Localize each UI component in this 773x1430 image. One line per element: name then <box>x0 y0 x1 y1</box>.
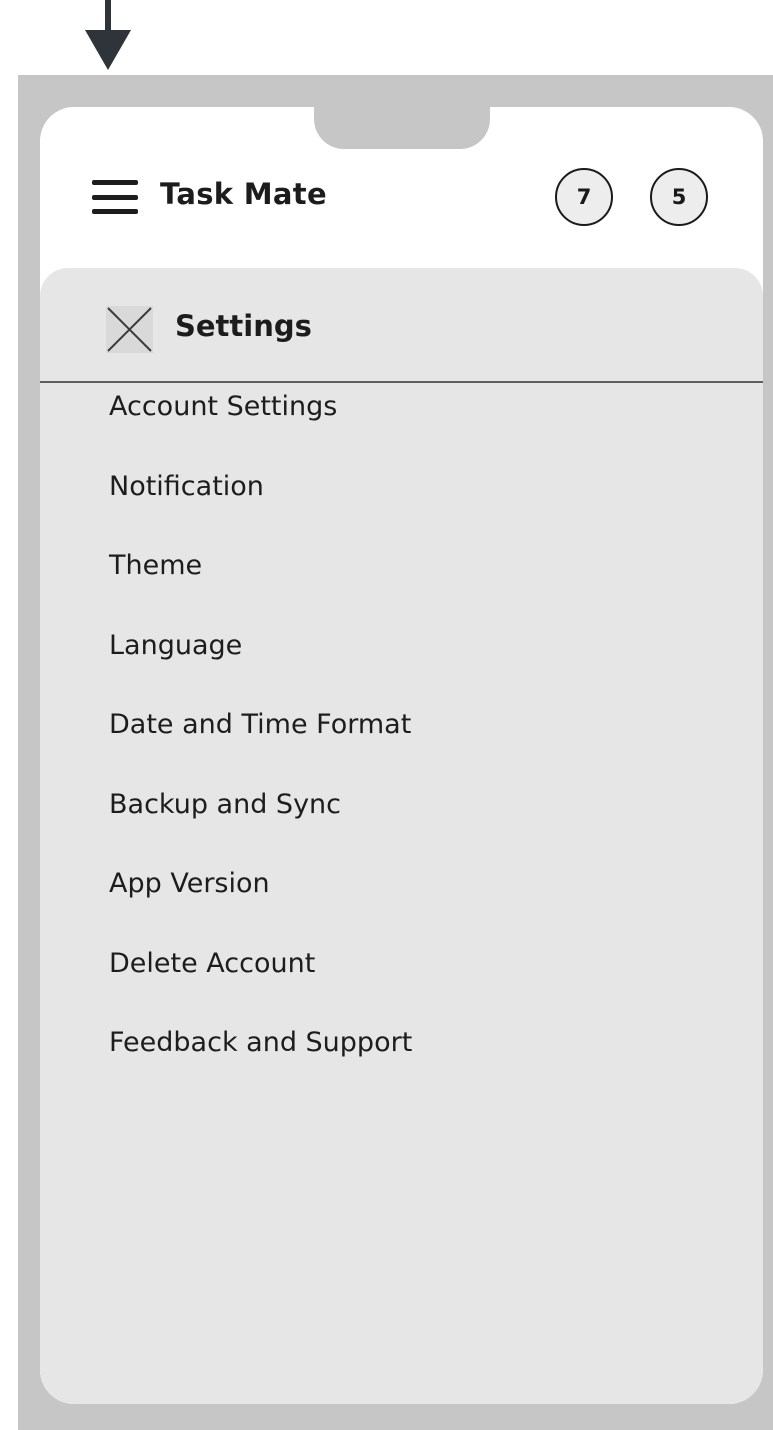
hamburger-menu-icon[interactable] <box>92 180 138 214</box>
menu-item-app-version[interactable]: App Version <box>109 868 270 908</box>
menu-item-theme[interactable]: Theme <box>109 550 202 590</box>
app-header: Task Mate 7 5 <box>40 165 763 227</box>
settings-panel: Settings Account Settings Notification T… <box>40 268 763 1404</box>
arrow-down-icon <box>85 0 131 70</box>
menu-item-language[interactable]: Language <box>109 630 242 670</box>
phone-screen: Task Mate 7 5 Settings Account Settings … <box>40 107 763 1404</box>
count-badge-7[interactable]: 7 <box>555 168 613 226</box>
menu-item-feedback-support[interactable]: Feedback and Support <box>109 1027 412 1067</box>
settings-title: Settings <box>175 309 312 343</box>
close-icon[interactable] <box>106 306 153 353</box>
menu-item-backup-sync[interactable]: Backup and Sync <box>109 789 341 829</box>
app-title: Task Mate <box>160 177 327 211</box>
count-badge-5[interactable]: 5 <box>650 168 708 226</box>
menu-item-account-settings[interactable]: Account Settings <box>109 391 337 431</box>
settings-panel-header: Settings <box>40 268 763 383</box>
phone-notch <box>314 107 490 149</box>
menu-item-delete-account[interactable]: Delete Account <box>109 948 315 988</box>
menu-item-date-time-format[interactable]: Date and Time Format <box>109 709 411 749</box>
menu-item-notification[interactable]: Notification <box>109 471 264 511</box>
phone-frame: Task Mate 7 5 Settings Account Settings … <box>18 75 773 1430</box>
canvas: Task Mate 7 5 Settings Account Settings … <box>0 0 773 1430</box>
